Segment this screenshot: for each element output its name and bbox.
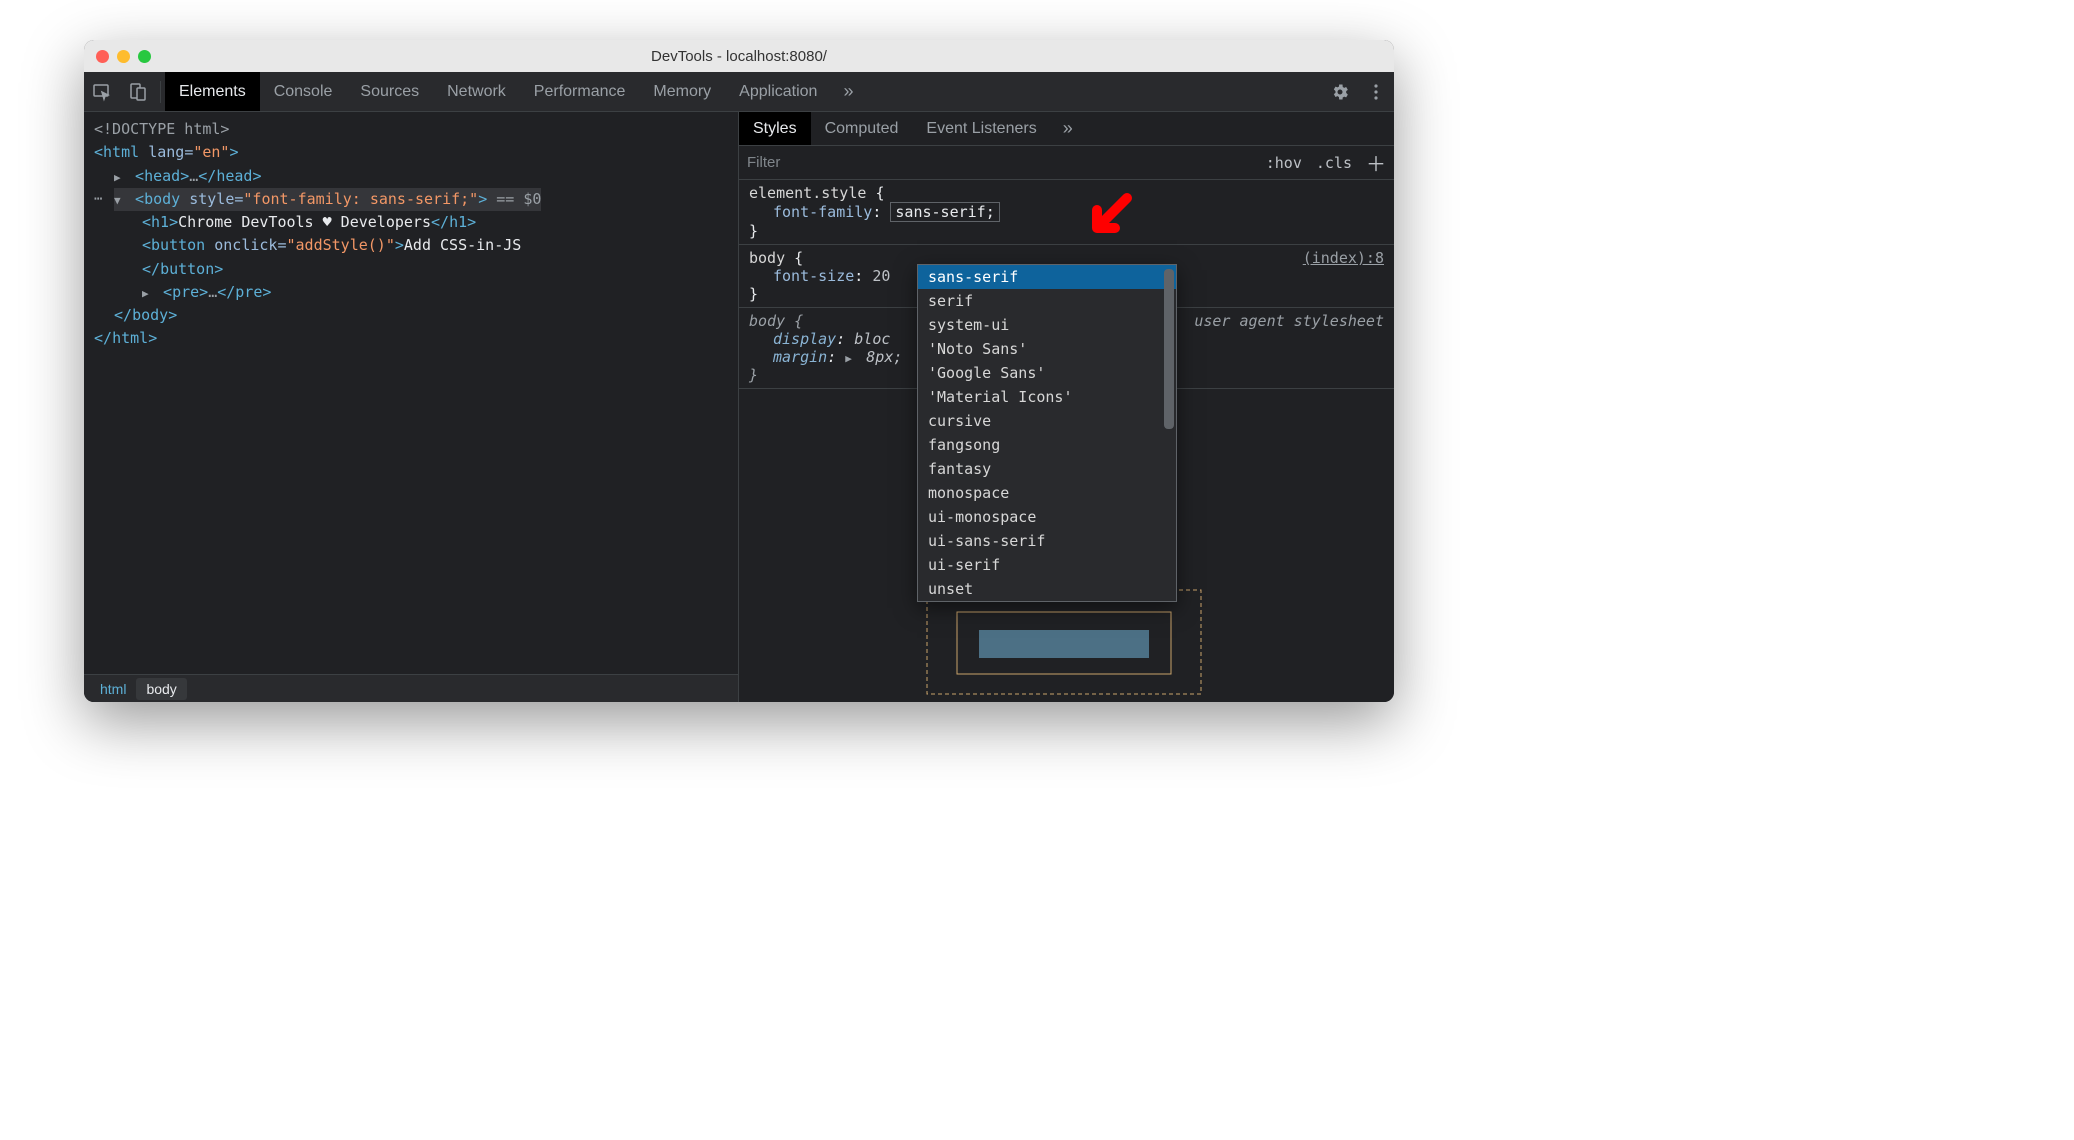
styles-tabs: StylesComputedEvent Listeners » xyxy=(739,112,1394,146)
main-tab-elements[interactable]: Elements xyxy=(165,72,260,111)
devtools-window: DevTools - localhost:8080/ ElementsConso… xyxy=(84,40,1394,702)
device-mode-icon[interactable] xyxy=(120,72,156,112)
css-value-edit-input[interactable]: sans-serif; xyxy=(890,202,999,222)
button-tag: <button xyxy=(142,236,205,254)
autocomplete-option[interactable]: 'Material Icons' xyxy=(918,385,1176,409)
main-tab-sources[interactable]: Sources xyxy=(346,72,433,111)
css-rule-element-style[interactable]: element.style { font-family: sans-serif;… xyxy=(739,180,1394,245)
styles-tab-computed[interactable]: Computed xyxy=(811,112,913,145)
prop-display: display xyxy=(773,330,836,348)
rule-source-link[interactable]: (index):8 xyxy=(1303,249,1384,267)
annotation-arrow-icon xyxy=(1079,190,1135,250)
main-tab-memory[interactable]: Memory xyxy=(639,72,725,111)
settings-gear-icon[interactable] xyxy=(1322,72,1358,112)
maximize-window-button[interactable] xyxy=(138,50,151,63)
collapse-triangle-icon[interactable]: ▼ xyxy=(114,192,126,209)
head-tag: <head> xyxy=(135,167,189,185)
node-actions-icon[interactable]: ⋯ xyxy=(94,189,114,211)
dropdown-scrollbar[interactable] xyxy=(1164,269,1174,429)
autocomplete-option[interactable]: 'Google Sans' xyxy=(918,361,1176,385)
window-title: DevTools - localhost:8080/ xyxy=(84,48,1394,65)
autocomplete-option[interactable]: 'Noto Sans' xyxy=(918,337,1176,361)
styles-panel: StylesComputedEvent Listeners » :hov .cl… xyxy=(739,112,1394,702)
breadcrumb: html body xyxy=(84,674,738,702)
html-lang-attr: lang= xyxy=(148,143,193,161)
autocomplete-option[interactable]: ui-monospace xyxy=(918,505,1176,529)
styles-tab-styles[interactable]: Styles xyxy=(739,112,811,145)
kebab-menu-icon[interactable] xyxy=(1358,72,1394,112)
autocomplete-option[interactable]: fantasy xyxy=(918,457,1176,481)
autocomplete-dropdown: sans-serifserifsystem-ui'Noto Sans''Goog… xyxy=(917,264,1177,602)
hov-button[interactable]: :hov xyxy=(1266,154,1302,172)
autocomplete-option[interactable]: cursive xyxy=(918,409,1176,433)
more-tabs-icon[interactable]: » xyxy=(831,81,865,102)
prop-margin: margin xyxy=(773,348,827,366)
breadcrumb-html[interactable]: html xyxy=(90,678,136,700)
expand-shorthand-icon[interactable]: ▶ xyxy=(845,352,857,365)
expand-triangle-icon[interactable]: ▶ xyxy=(142,285,154,302)
prop-font-family[interactable]: font-family xyxy=(773,203,872,221)
main-tab-performance[interactable]: Performance xyxy=(520,72,640,111)
prop-font-size[interactable]: font-size xyxy=(773,267,854,285)
rule-source-ua: user agent stylesheet xyxy=(1194,312,1384,330)
minimize-window-button[interactable] xyxy=(117,50,130,63)
more-styles-tabs-icon[interactable]: » xyxy=(1051,118,1085,139)
breadcrumb-body[interactable]: body xyxy=(136,678,186,700)
inspect-element-icon[interactable] xyxy=(84,72,120,112)
main-tabs: ElementsConsoleSourcesNetworkPerformance… xyxy=(165,72,831,111)
main-toolbar: ElementsConsoleSourcesNetworkPerformance… xyxy=(84,72,1394,112)
cls-button[interactable]: .cls xyxy=(1316,154,1352,172)
expand-triangle-icon[interactable]: ▶ xyxy=(114,169,126,186)
styles-filter-row: :hov .cls ＋ xyxy=(739,146,1394,180)
h1-tag: <h1> xyxy=(142,213,178,231)
main-tab-network[interactable]: Network xyxy=(433,72,520,111)
elements-panel: <!DOCTYPE html> <html lang="en"> ▶ <head… xyxy=(84,112,739,702)
autocomplete-option[interactable]: unset xyxy=(918,577,1176,601)
traffic-lights xyxy=(84,50,151,63)
pre-tag: <pre> xyxy=(163,283,208,301)
new-rule-plus-icon[interactable]: ＋ xyxy=(1366,148,1386,177)
autocomplete-option[interactable]: monospace xyxy=(918,481,1176,505)
autocomplete-option[interactable]: fangsong xyxy=(918,433,1176,457)
autocomplete-option[interactable]: ui-sans-serif xyxy=(918,529,1176,553)
titlebar: DevTools - localhost:8080/ xyxy=(84,40,1394,72)
close-window-button[interactable] xyxy=(96,50,109,63)
autocomplete-option[interactable]: system-ui xyxy=(918,313,1176,337)
autocomplete-option[interactable]: serif xyxy=(918,289,1176,313)
css-rules: element.style { font-family: sans-serif;… xyxy=(739,180,1394,702)
body-close-tag: </body> xyxy=(114,306,177,324)
divider xyxy=(160,81,161,103)
main-content: <!DOCTYPE html> <html lang="en"> ▶ <head… xyxy=(84,112,1394,702)
html-close-tag: </html> xyxy=(94,329,157,347)
styles-tab-event-listeners[interactable]: Event Listeners xyxy=(912,112,1050,145)
main-tab-console[interactable]: Console xyxy=(260,72,347,111)
styles-filter-input[interactable] xyxy=(747,154,1252,171)
dom-tree[interactable]: <!DOCTYPE html> <html lang="en"> ▶ <head… xyxy=(84,112,738,674)
autocomplete-option[interactable]: sans-serif xyxy=(918,265,1176,289)
autocomplete-option[interactable]: ui-serif xyxy=(918,553,1176,577)
selected-node-body[interactable]: ▼ <body style="font-family: sans-serif;"… xyxy=(114,188,541,211)
doctype: <!DOCTYPE html> xyxy=(94,120,229,138)
main-tab-application[interactable]: Application xyxy=(725,72,831,111)
html-open-tag: <html xyxy=(94,143,139,161)
